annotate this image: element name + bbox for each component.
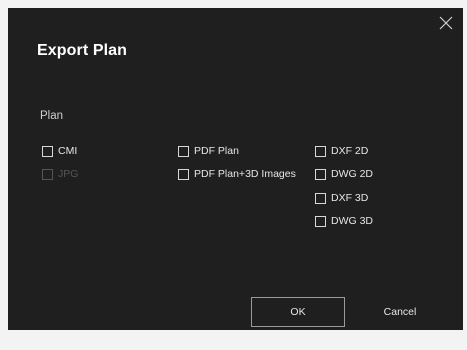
checkbox-label: DXF 2D [331, 145, 369, 157]
checkbox-label: DXF 3D [331, 192, 369, 204]
checkbox-cmi[interactable]: CMI [42, 145, 77, 157]
checkbox-label: DWG 3D [331, 215, 373, 227]
checkbox-dxf-2d[interactable]: DXF 2D [315, 145, 368, 157]
checkbox-jpg: JPG [42, 168, 78, 180]
checkbox-box [42, 168, 53, 180]
cancel-button[interactable]: Cancel [360, 297, 440, 327]
checkbox-box[interactable] [315, 192, 326, 204]
checkbox-box[interactable] [315, 145, 326, 157]
checkbox-box[interactable] [178, 145, 189, 157]
ok-button[interactable]: OK [251, 297, 345, 327]
checkbox-pdf-plan-3d-images[interactable]: PDF Plan+3D Images [178, 168, 296, 180]
checkbox-pdf-plan[interactable]: PDF Plan [178, 145, 239, 157]
export-plan-dialog: Export Plan Plan CMI JPG PDF Plan PDF Pl… [8, 8, 463, 330]
dialog-title: Export Plan [37, 42, 128, 59]
close-button[interactable] [435, 12, 457, 34]
checkbox-label: JPG [58, 168, 79, 180]
checkbox-box[interactable] [315, 215, 326, 227]
checkbox-dwg-2d[interactable]: DWG 2D [315, 168, 373, 180]
checkbox-dwg-3d[interactable]: DWG 3D [315, 215, 373, 227]
close-icon [439, 16, 453, 30]
plan-section-label: Plan [40, 110, 64, 122]
checkbox-label: CMI [58, 145, 78, 157]
checkbox-label: PDF Plan [194, 145, 239, 157]
checkbox-label: PDF Plan+3D Images [194, 168, 296, 180]
checkbox-dxf-3d[interactable]: DXF 3D [315, 192, 368, 204]
checkbox-box[interactable] [42, 145, 53, 157]
checkbox-label: DWG 2D [331, 168, 373, 180]
checkbox-box[interactable] [178, 168, 189, 180]
checkbox-box[interactable] [315, 168, 326, 180]
